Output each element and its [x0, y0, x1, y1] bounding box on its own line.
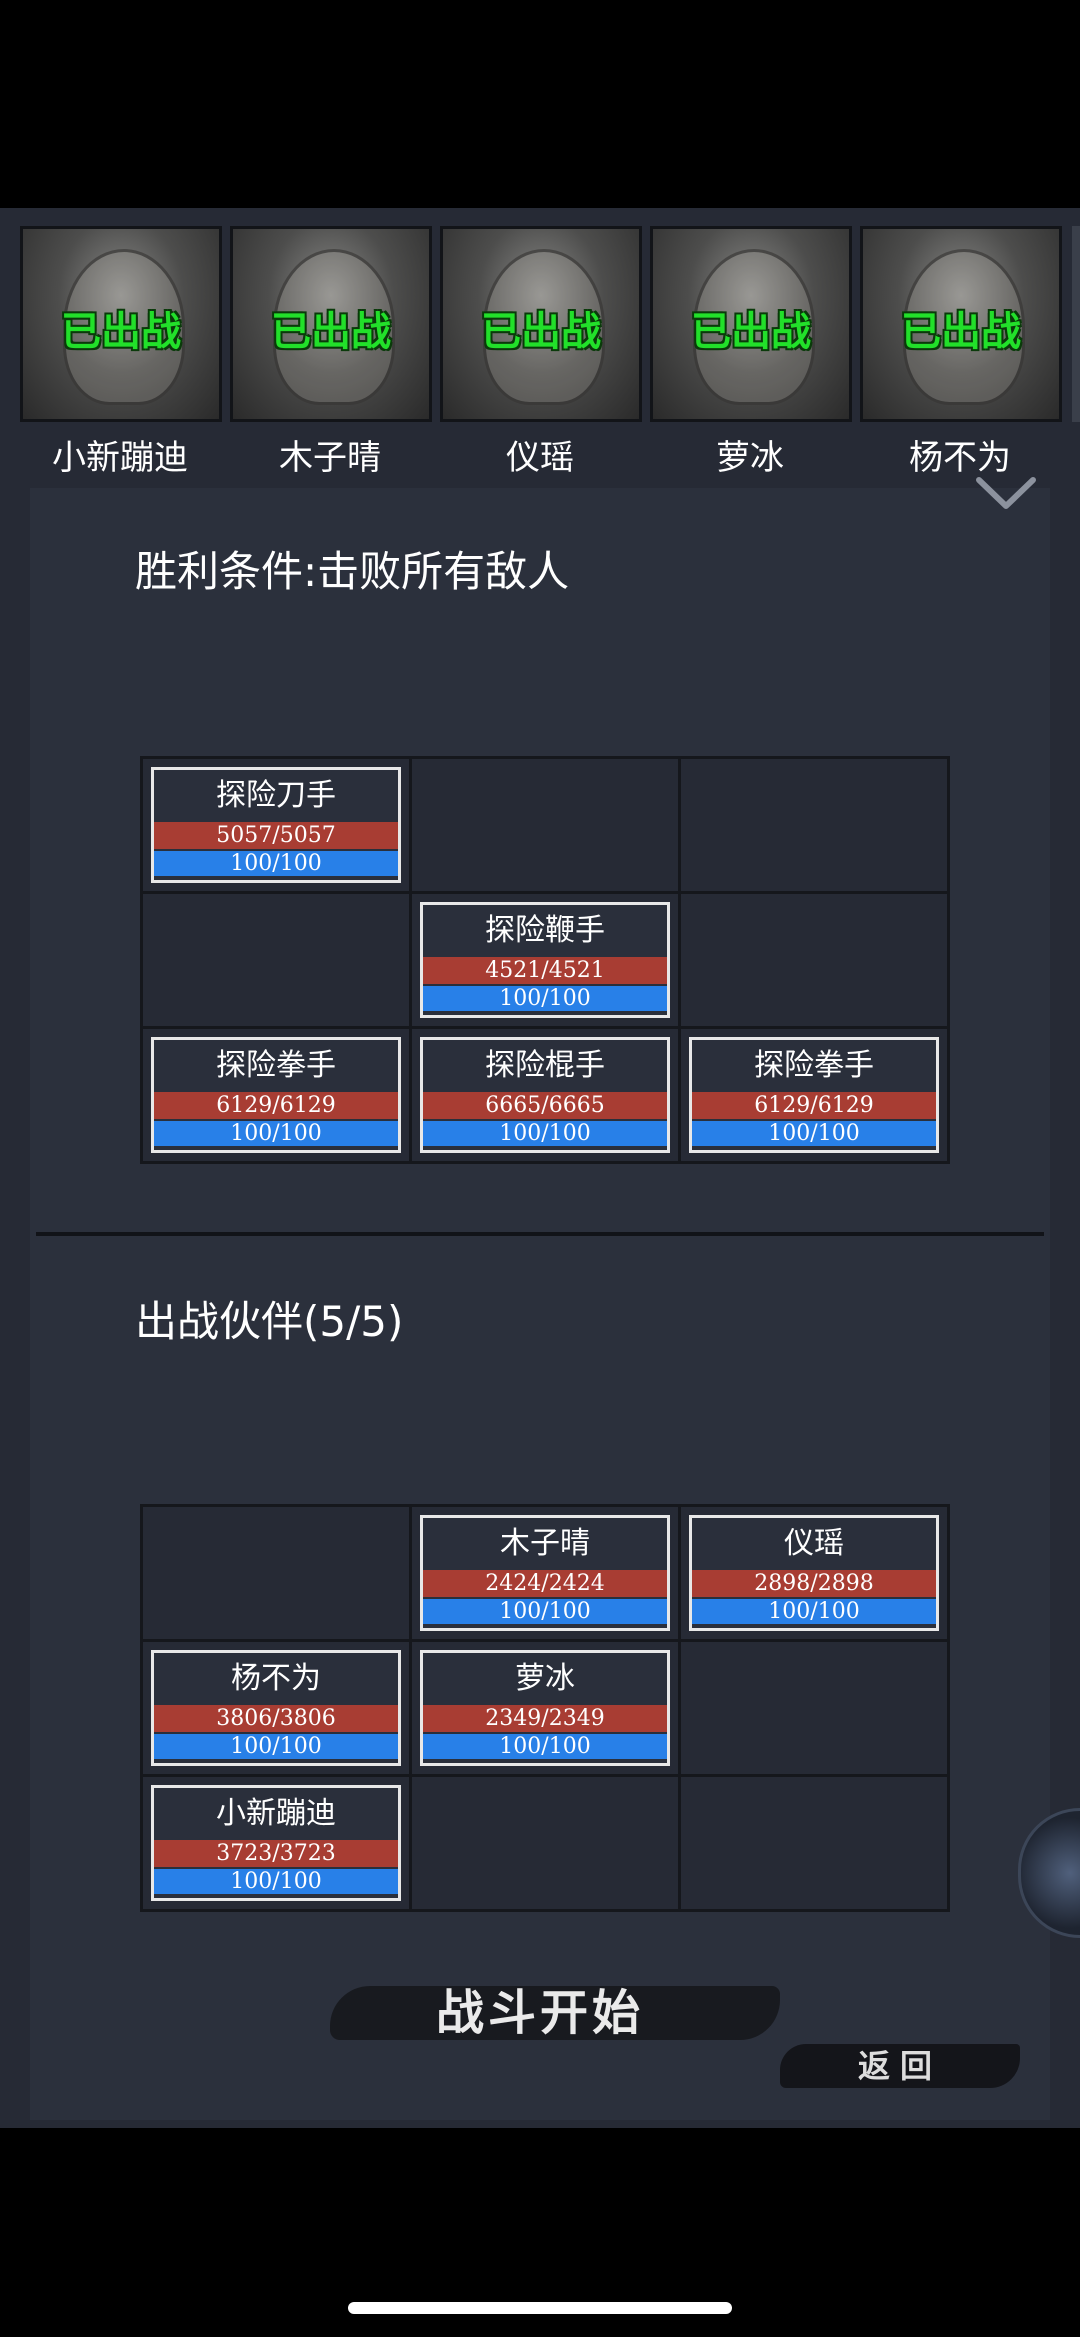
unit-name: 小新蹦迪 — [216, 1796, 336, 1831]
roster-hero[interactable]: 已出战 仪瑶 — [440, 226, 642, 479]
ally-formation-grid: 木子晴 2424/2424 100/100 仪瑶 2898/2898 100/1… — [140, 1504, 950, 1912]
mp-bar: 100/100 — [154, 1121, 398, 1146]
unit-name: 探险拳手 — [216, 1048, 336, 1083]
roster-hero[interactable]: 已出战 杨不为 — [860, 226, 1062, 479]
grid-cell[interactable] — [681, 759, 947, 891]
victory-condition: 胜利条件:击败所有敌人 — [135, 547, 570, 596]
enemy-formation-grid: 探险刀手 5057/5057 100/100 探险鞭手 4521/4521 10… — [140, 756, 950, 1164]
hp-bar: 5057/5057 — [154, 822, 398, 849]
grid-cell[interactable] — [412, 1777, 678, 1909]
roster-hero[interactable]: 已出战 萝冰 — [650, 226, 852, 479]
grid-cell[interactable]: 小新蹦迪 3723/3723 100/100 — [143, 1777, 409, 1909]
hp-bar: 3723/3723 — [154, 1840, 398, 1867]
roster-hero[interactable]: 已出战 小新蹦迪 — [20, 226, 222, 479]
grid-cell[interactable]: 探险棍手 6665/6665 100/100 — [412, 1029, 678, 1161]
deployed-status: 已出战 — [901, 309, 1021, 355]
unit-name: 杨不为 — [231, 1661, 321, 1696]
enemy-unit-card[interactable]: 探险棍手 6665/6665 100/100 — [420, 1037, 670, 1153]
unit-name: 探险拳手 — [754, 1048, 874, 1083]
deployed-status: 已出战 — [61, 309, 181, 355]
deployed-status: 已出战 — [691, 309, 811, 355]
deployed-status: 已出战 — [481, 309, 601, 355]
ally-unit-card[interactable]: 杨不为 3806/3806 100/100 — [151, 1650, 401, 1766]
ally-unit-card[interactable]: 小新蹦迪 3723/3723 100/100 — [151, 1785, 401, 1901]
grid-cell[interactable]: 探险鞭手 4521/4521 100/100 — [412, 894, 678, 1026]
enemy-unit-card[interactable]: 探险鞭手 4521/4521 100/100 — [420, 902, 670, 1018]
hero-portrait: 已出战 — [20, 226, 222, 422]
chevron-down-icon[interactable] — [975, 476, 1037, 512]
start-battle-label: 战斗开始 — [435, 1985, 644, 2041]
hero-name: 萝冰 — [716, 438, 784, 478]
hp-bar: 4521/4521 — [423, 957, 667, 984]
hero-name: 小新蹦迪 — [52, 438, 188, 478]
mp-bar: 100/100 — [423, 1734, 667, 1759]
mp-bar: 100/100 — [423, 1121, 667, 1146]
back-button[interactable]: 返回 — [780, 2040, 1020, 2092]
hp-bar: 2349/2349 — [423, 1705, 667, 1732]
hero-portrait: 已出战 — [650, 226, 852, 422]
grid-cell[interactable] — [681, 1777, 947, 1909]
grid-cell[interactable] — [412, 759, 678, 891]
grid-cell[interactable] — [143, 894, 409, 1026]
hero-roster: 已出战 小新蹦迪 已出战 木子晴 已出战 仪瑶 已出战 萝冰 已出战 杨不为 — [0, 208, 1080, 478]
ally-unit-card[interactable]: 仪瑶 2898/2898 100/100 — [689, 1515, 939, 1631]
unit-name: 木子晴 — [500, 1526, 590, 1561]
deployed-status: 已出战 — [271, 309, 391, 355]
mp-bar: 100/100 — [154, 851, 398, 876]
hero-portrait: 已出战 — [860, 226, 1062, 422]
ally-count-title: 出战伙伴(5/5) — [135, 1297, 404, 1346]
unit-name: 萝冰 — [515, 1661, 575, 1696]
grid-cell[interactable] — [681, 894, 947, 1026]
ally-unit-card[interactable]: 木子晴 2424/2424 100/100 — [420, 1515, 670, 1631]
hp-bar: 6665/6665 — [423, 1092, 667, 1119]
hp-bar: 2424/2424 — [423, 1570, 667, 1597]
hp-bar: 2898/2898 — [692, 1570, 936, 1597]
hero-name: 仪瑶 — [506, 438, 574, 478]
enemy-unit-card[interactable]: 探险拳手 6129/6129 100/100 — [151, 1037, 401, 1153]
grid-cell[interactable]: 探险拳手 6129/6129 100/100 — [681, 1029, 947, 1161]
unit-name: 仪瑶 — [784, 1526, 844, 1561]
grid-cell[interactable]: 探险拳手 6129/6129 100/100 — [143, 1029, 409, 1161]
start-battle-button[interactable]: 战斗开始 — [330, 1968, 780, 2058]
mp-bar: 100/100 — [423, 986, 667, 1011]
mp-bar: 100/100 — [154, 1734, 398, 1759]
hp-bar: 6129/6129 — [154, 1092, 398, 1119]
grid-cell[interactable] — [681, 1642, 947, 1774]
mp-bar: 100/100 — [692, 1599, 936, 1624]
hp-bar: 3806/3806 — [154, 1705, 398, 1732]
grid-cell[interactable]: 杨不为 3806/3806 100/100 — [143, 1642, 409, 1774]
unit-name: 探险刀手 — [216, 778, 336, 813]
hero-portrait: 已出战 — [230, 226, 432, 422]
enemy-unit-card[interactable]: 探险刀手 5057/5057 100/100 — [151, 767, 401, 883]
mp-bar: 100/100 — [423, 1599, 667, 1624]
roster-scroll-edge — [1072, 226, 1080, 422]
hp-bar: 6129/6129 — [692, 1092, 936, 1119]
ally-unit-card[interactable]: 萝冰 2349/2349 100/100 — [420, 1650, 670, 1766]
hero-name: 木子晴 — [279, 438, 381, 478]
grid-cell[interactable] — [143, 1507, 409, 1639]
grid-cell[interactable]: 探险刀手 5057/5057 100/100 — [143, 759, 409, 891]
roster-hero[interactable]: 已出战 木子晴 — [230, 226, 432, 479]
grid-cell[interactable]: 萝冰 2349/2349 100/100 — [412, 1642, 678, 1774]
unit-name: 探险棍手 — [485, 1048, 605, 1083]
hero-portrait: 已出战 — [440, 226, 642, 422]
back-label: 返回 — [857, 2047, 942, 2085]
hero-name: 杨不为 — [909, 438, 1011, 478]
enemy-unit-card[interactable]: 探险拳手 6129/6129 100/100 — [689, 1037, 939, 1153]
mp-bar: 100/100 — [154, 1869, 398, 1894]
mp-bar: 100/100 — [692, 1121, 936, 1146]
unit-name: 探险鞭手 — [485, 913, 605, 948]
grid-cell[interactable]: 木子晴 2424/2424 100/100 — [412, 1507, 678, 1639]
home-indicator[interactable] — [348, 2302, 732, 2314]
section-divider — [36, 1232, 1044, 1236]
grid-cell[interactable]: 仪瑶 2898/2898 100/100 — [681, 1507, 947, 1639]
